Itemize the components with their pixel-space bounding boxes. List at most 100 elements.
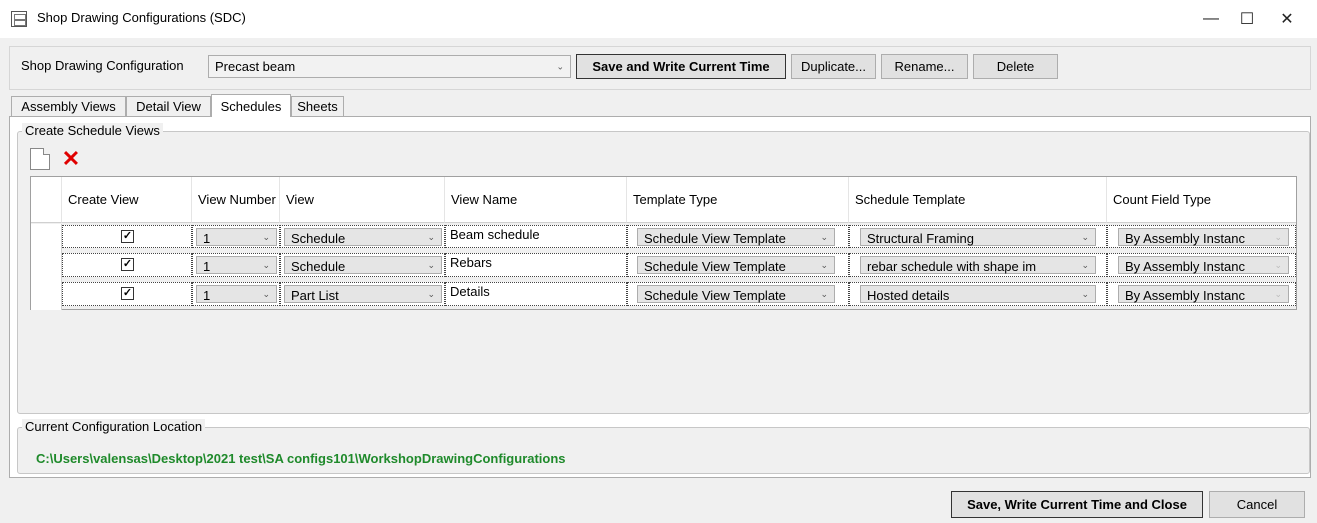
column-header-schedule-template[interactable]: Schedule Template bbox=[849, 177, 1107, 223]
template-type-value: Schedule View Template bbox=[644, 288, 786, 303]
schedule-views-group-title: Create Schedule Views bbox=[22, 123, 163, 138]
chevron-down-icon: ⌄ bbox=[820, 260, 828, 270]
chevron-down-icon: ⌄ bbox=[427, 289, 435, 299]
view-number-select[interactable]: 1 ⌄ bbox=[196, 285, 277, 303]
save-write-button[interactable]: Save and Write Current Time bbox=[576, 54, 786, 79]
count-field-cell: By Assembly Instanc ⌄ bbox=[1107, 225, 1296, 248]
count-field-value: By Assembly Instanc bbox=[1125, 259, 1245, 274]
chevron-down-icon: ⌄ bbox=[1274, 260, 1282, 270]
view-number-cell: 1 ⌄ bbox=[192, 253, 280, 277]
duplicate-button[interactable]: Duplicate... bbox=[791, 54, 876, 79]
red-x-icon[interactable]: ✕ bbox=[60, 146, 82, 171]
view-name-value: Beam schedule bbox=[450, 227, 540, 242]
count-field-value: By Assembly Instanc bbox=[1125, 231, 1245, 246]
view-value: Part List bbox=[291, 288, 339, 303]
cancel-button[interactable]: Cancel bbox=[1209, 491, 1305, 518]
count-field-cell: By Assembly Instanc ⌄ bbox=[1107, 282, 1296, 306]
chevron-down-icon: ⌄ bbox=[1274, 289, 1282, 299]
schedule-template-select[interactable]: Structural Framing ⌄ bbox=[860, 228, 1096, 246]
tab-detail-view[interactable]: Detail View bbox=[126, 96, 211, 116]
config-select-value: Precast beam bbox=[215, 59, 296, 74]
chevron-down-icon: ⌄ bbox=[1081, 232, 1089, 242]
column-header-view-number[interactable]: View Number bbox=[192, 177, 280, 223]
view-name-cell[interactable]: Beam schedule bbox=[445, 225, 627, 248]
row-header[interactable] bbox=[31, 224, 62, 253]
table-row-create-cell: ✓ bbox=[62, 225, 192, 248]
column-header-create-view[interactable]: Create View bbox=[62, 177, 192, 223]
template-type-cell: Schedule View Template ⌄ bbox=[627, 253, 849, 277]
chevron-down-icon: ⌄ bbox=[1081, 289, 1089, 299]
app-icon bbox=[11, 11, 27, 27]
tab-sheets[interactable]: Sheets bbox=[291, 96, 344, 116]
view-name-value: Details bbox=[450, 284, 490, 299]
chevron-down-icon: ⌄ bbox=[262, 289, 270, 299]
count-field-cell: By Assembly Instanc ⌄ bbox=[1107, 253, 1296, 277]
schedule-template-cell: rebar schedule with shape im ⌄ bbox=[849, 253, 1107, 277]
template-type-cell: Schedule View Template ⌄ bbox=[627, 225, 849, 248]
location-group-title: Current Configuration Location bbox=[22, 419, 206, 434]
column-header-count-field-type[interactable]: Count Field Type bbox=[1107, 177, 1296, 223]
template-type-cell: Schedule View Template ⌄ bbox=[627, 282, 849, 306]
table-row-create-cell: ✓ bbox=[62, 253, 192, 277]
count-field-select[interactable]: By Assembly Instanc ⌄ bbox=[1118, 228, 1289, 246]
view-number-select[interactable]: 1 ⌄ bbox=[196, 256, 277, 274]
schedule-template-value: rebar schedule with shape im bbox=[867, 259, 1037, 274]
create-view-checkbox[interactable]: ✓ bbox=[121, 230, 134, 243]
create-view-checkbox[interactable]: ✓ bbox=[121, 287, 134, 300]
template-type-select[interactable]: Schedule View Template ⌄ bbox=[637, 256, 835, 274]
tab-assembly-views[interactable]: Assembly Views bbox=[11, 96, 126, 116]
chevron-down-icon: ⌄ bbox=[262, 260, 270, 270]
view-name-cell[interactable]: Details bbox=[445, 282, 627, 306]
template-type-select[interactable]: Schedule View Template ⌄ bbox=[637, 285, 835, 303]
column-header-template-type[interactable]: Template Type bbox=[627, 177, 849, 223]
tab-schedules[interactable]: Schedules bbox=[211, 94, 291, 117]
chevron-down-icon: ⌄ bbox=[820, 289, 828, 299]
count-field-select[interactable]: By Assembly Instanc ⌄ bbox=[1118, 285, 1289, 303]
table-row-create-cell: ✓ bbox=[62, 282, 192, 306]
view-value: Schedule bbox=[291, 259, 346, 274]
row-header-corner bbox=[31, 177, 62, 223]
schedule-template-value: Hosted details bbox=[867, 288, 950, 303]
view-select[interactable]: Part List ⌄ bbox=[284, 285, 442, 303]
view-name-cell[interactable]: Rebars bbox=[445, 253, 627, 277]
view-number-cell: 1 ⌄ bbox=[192, 225, 280, 248]
view-cell: Schedule ⌄ bbox=[280, 225, 445, 248]
save-close-button[interactable]: Save, Write Current Time and Close bbox=[951, 491, 1203, 518]
new-document-icon[interactable] bbox=[30, 148, 50, 170]
close-icon[interactable]: ✕ bbox=[1264, 0, 1310, 38]
chevron-down-icon: ⌄ bbox=[427, 232, 435, 242]
template-type-value: Schedule View Template bbox=[644, 259, 786, 274]
column-header-view-name[interactable]: View Name bbox=[445, 177, 627, 223]
view-name-value: Rebars bbox=[450, 255, 492, 270]
column-header-view[interactable]: View bbox=[280, 177, 445, 223]
config-label: Shop Drawing Configuration bbox=[21, 58, 184, 73]
view-select[interactable]: Schedule ⌄ bbox=[284, 256, 442, 274]
row-header[interactable] bbox=[31, 281, 62, 310]
view-select[interactable]: Schedule ⌄ bbox=[284, 228, 442, 246]
view-number-value: 1 bbox=[203, 231, 211, 246]
count-field-value: By Assembly Instanc bbox=[1125, 288, 1245, 303]
schedule-template-select[interactable]: Hosted details ⌄ bbox=[860, 285, 1096, 303]
view-number-cell: 1 ⌄ bbox=[192, 282, 280, 306]
row-header[interactable] bbox=[31, 253, 62, 281]
chevron-down-icon: ⌄ bbox=[427, 260, 435, 270]
view-cell: Schedule ⌄ bbox=[280, 253, 445, 277]
create-view-checkbox[interactable]: ✓ bbox=[121, 258, 134, 271]
chevron-down-icon: ⌄ bbox=[820, 232, 828, 242]
view-value: Schedule bbox=[291, 231, 346, 246]
schedule-template-value: Structural Framing bbox=[867, 231, 974, 246]
schedule-template-cell: Structural Framing ⌄ bbox=[849, 225, 1107, 248]
view-number-value: 1 bbox=[203, 288, 211, 303]
delete-button[interactable]: Delete bbox=[973, 54, 1058, 79]
count-field-select[interactable]: By Assembly Instanc ⌄ bbox=[1118, 256, 1289, 274]
chevron-down-icon: ⌄ bbox=[262, 232, 270, 242]
window-title: Shop Drawing Configurations (SDC) bbox=[37, 10, 246, 25]
chevron-down-icon: ⌄ bbox=[556, 61, 564, 71]
schedule-template-select[interactable]: rebar schedule with shape im ⌄ bbox=[860, 256, 1096, 274]
view-number-select[interactable]: 1 ⌄ bbox=[196, 228, 277, 246]
config-select[interactable]: Precast beam ⌄ bbox=[208, 55, 571, 78]
template-type-select[interactable]: Schedule View Template ⌄ bbox=[637, 228, 835, 246]
chevron-down-icon: ⌄ bbox=[1081, 260, 1089, 270]
chevron-down-icon: ⌄ bbox=[1274, 232, 1282, 242]
rename-button[interactable]: Rename... bbox=[881, 54, 968, 79]
